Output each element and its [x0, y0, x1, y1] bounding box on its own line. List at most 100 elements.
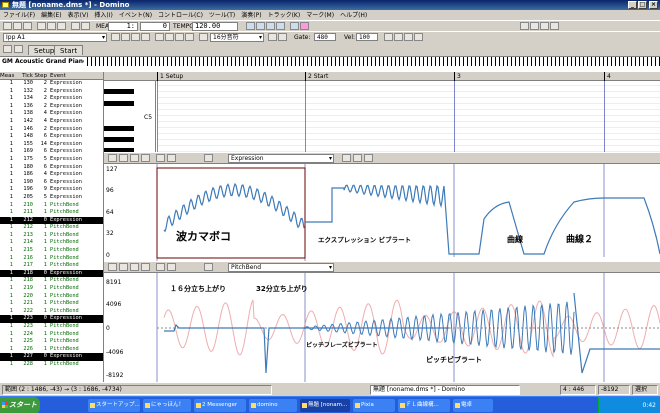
pencil-icon[interactable]: [108, 263, 117, 271]
list-item[interactable]: 1 223 0 Expression: [0, 315, 103, 323]
list-item[interactable]: 1 222 1 PitchBend: [0, 308, 103, 316]
status-mini-window[interactable]: 無題 [noname.dms *] - Domino: [370, 385, 520, 395]
task-startup[interactable]: スタートアップ...: [88, 399, 140, 412]
zoom-out-icon[interactable]: [530, 22, 539, 30]
list-item[interactable]: 1 155 14 Expression: [0, 141, 103, 149]
list-item[interactable]: 1 225 1 PitchBend: [0, 338, 103, 346]
loop-icon[interactable]: [290, 22, 299, 30]
snap-icon[interactable]: [175, 33, 184, 41]
list-item[interactable]: 1 217 1 PitchBend: [0, 262, 103, 270]
settings-icon[interactable]: [3, 45, 12, 53]
grid-icon[interactable]: [540, 22, 549, 30]
grid-icon[interactable]: [204, 263, 213, 271]
line-icon[interactable]: [119, 154, 128, 162]
task-messenger[interactable]: 2 Messenger: [194, 399, 246, 412]
close-button[interactable]: ×: [649, 1, 658, 9]
list-item[interactable]: 1 220 1 PitchBend: [0, 293, 103, 301]
pitchbend-selector[interactable]: PitchBend: [228, 263, 334, 272]
col-tick[interactable]: Tick: [13, 72, 33, 80]
note-length-combo[interactable]: 16分音符: [210, 33, 264, 42]
list-item[interactable]: 1 190 6 Expression: [0, 179, 103, 187]
lock-icon[interactable]: [14, 45, 23, 53]
pitchbend-graph[interactable]: 8191 4096 0 -4096 -8192 １６分立ち上がり 32分立ち上が…: [104, 273, 660, 382]
save-icon[interactable]: [23, 22, 32, 30]
select-icon[interactable]: [156, 154, 165, 162]
redo-icon[interactable]: [81, 22, 90, 30]
track-combo[interactable]: Ipp A1: [3, 33, 107, 42]
expression-selector[interactable]: Expression: [228, 154, 334, 163]
line-icon[interactable]: [119, 263, 128, 271]
magnet-icon[interactable]: [185, 33, 194, 41]
task-noname[interactable]: 無題 [nonam...: [300, 399, 350, 412]
select-icon[interactable]: [155, 33, 164, 41]
color-icon[interactable]: [550, 22, 559, 30]
transpose-icon[interactable]: [404, 33, 413, 41]
measure-display[interactable]: 1:: [108, 22, 138, 31]
list-item[interactable]: 1 215 1 PitchBend: [0, 247, 103, 255]
wave-icon[interactable]: [141, 263, 150, 271]
maximize-button[interactable]: □: [638, 1, 647, 9]
new-file-icon[interactable]: [3, 22, 12, 30]
triplet-icon[interactable]: [268, 33, 277, 41]
stop-icon[interactable]: [256, 22, 265, 30]
keyboard-strip[interactable]: [84, 57, 660, 66]
list-item[interactable]: 1 213 1 PitchBend: [0, 232, 103, 240]
line-icon[interactable]: [121, 33, 130, 41]
note-icon[interactable]: [199, 33, 208, 41]
quantize-icon[interactable]: [384, 33, 393, 41]
minimize-button[interactable]: _: [628, 1, 637, 9]
list-item[interactable]: 1 186 4 Expression: [0, 171, 103, 179]
list-item[interactable]: 1 214 1 PitchBend: [0, 239, 103, 247]
note-grid[interactable]: [157, 81, 660, 152]
list-item[interactable]: 1 218 0 Expression: [0, 269, 103, 278]
fit-icon[interactable]: [353, 154, 362, 162]
tab-start[interactable]: Start: [54, 45, 84, 55]
play-icon[interactable]: [246, 22, 255, 30]
record-icon[interactable]: [300, 22, 309, 30]
cut-icon[interactable]: [37, 22, 46, 30]
list-item[interactable]: 1 130 2 Expression: [0, 80, 103, 88]
list-item[interactable]: 1 136 2 Expression: [0, 103, 103, 111]
list-item[interactable]: 1 216 1 PitchBend: [0, 255, 103, 263]
event-list[interactable]: Meas TickStep Event 1 130 2 Expression 1 132 2 Ex…: [0, 72, 104, 382]
list-item[interactable]: 1 221 1 PitchBend: [0, 300, 103, 308]
wave-icon[interactable]: [141, 154, 150, 162]
gate-input[interactable]: 480: [314, 33, 336, 41]
list-item[interactable]: 1 224 1 PitchBend: [0, 331, 103, 339]
list-item[interactable]: 1 227 0 Expression: [0, 353, 103, 361]
list-item[interactable]: 1 169 6 Expression: [0, 148, 103, 156]
eraser-icon[interactable]: [167, 154, 176, 162]
task-fl-curve[interactable]: ＦＬ曲線構...: [398, 399, 450, 412]
list-item[interactable]: 1 212 0 Expression: [0, 216, 103, 225]
velocity-input[interactable]: 100: [356, 33, 378, 41]
list-item[interactable]: 1 228 1 PitchBend: [0, 361, 103, 369]
grid-icon[interactable]: [204, 154, 213, 162]
list-item[interactable]: 1 226 1 PitchBend: [0, 346, 103, 354]
eraser-icon[interactable]: [141, 33, 150, 41]
copy-icon[interactable]: [47, 22, 56, 30]
curve-icon[interactable]: [131, 33, 140, 41]
filter-icon[interactable]: [342, 154, 351, 162]
ruler[interactable]: 1 Setup 2 Start 3 4: [104, 72, 660, 81]
task-calculator[interactable]: 電卓: [453, 399, 493, 412]
undo-icon[interactable]: [71, 22, 80, 30]
list-item[interactable]: 1 142 4 Expression: [0, 118, 103, 126]
expression-graph[interactable]: 127 96 64 32 0 波カマボコ エクスプレッション ビブラート 曲線 …: [104, 164, 660, 261]
list-item[interactable]: 1 211 1 PitchBend: [0, 209, 103, 217]
task-nyahhon[interactable]: にゃっほん！: [143, 399, 191, 412]
list-item[interactable]: 1 218 1 PitchBend: [0, 277, 103, 285]
piano-roll[interactable]: 1 Setup 2 Start 3 4 C5: [104, 72, 660, 153]
scale-icon[interactable]: [364, 154, 373, 162]
humanize-icon[interactable]: [394, 33, 403, 41]
task-pixia[interactable]: Pixia: [353, 399, 395, 412]
list-item[interactable]: 1 134 2 Expression: [0, 95, 103, 103]
list-item[interactable]: 1 138 4 Expression: [0, 110, 103, 118]
list-item[interactable]: 1 219 1 PitchBend: [0, 285, 103, 293]
open-folder-icon[interactable]: [13, 22, 22, 30]
col-meas[interactable]: Meas: [0, 72, 14, 80]
start-button[interactable]: スタート: [0, 397, 40, 413]
find-icon[interactable]: [414, 33, 423, 41]
expression-curve-canvas[interactable]: [104, 164, 660, 261]
task-domino[interactable]: domino: [249, 399, 297, 412]
dot-icon[interactable]: [278, 33, 287, 41]
